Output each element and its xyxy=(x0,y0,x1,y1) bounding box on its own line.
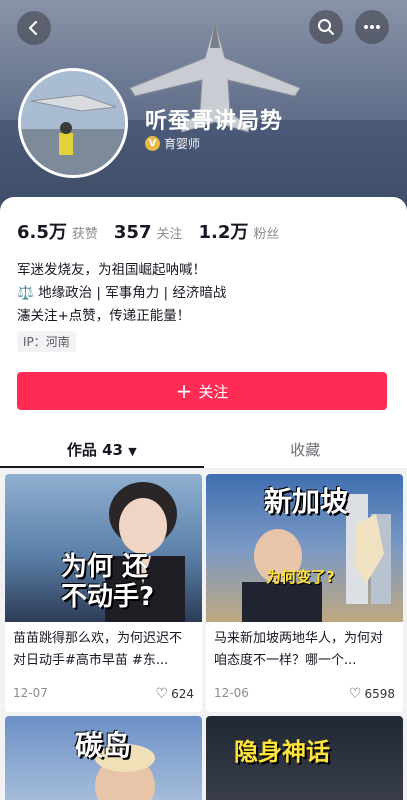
follow-button[interactable]: + 关注 xyxy=(17,372,387,410)
video-card[interactable]: 新加坡 为何变了? 马来新加坡两地华人，为何对咱态度不一样？哪一个... 12-… xyxy=(206,474,403,712)
stat-likes[interactable]: 6.5万 获赞 xyxy=(17,218,98,244)
stat-following-value: 357 xyxy=(113,222,152,243)
avatar[interactable] xyxy=(18,68,128,178)
video-card[interactable]: 隐身神话 xyxy=(206,716,403,800)
video-meta: 12-06 ♡ 6598 xyxy=(214,686,395,702)
video-likes: ♡ 624 xyxy=(156,686,194,702)
heart-icon: ♡ xyxy=(348,686,362,702)
ip-location-tag: IP：河南 xyxy=(17,331,76,352)
avatar-image xyxy=(21,71,125,175)
follow-button-label: 关注 xyxy=(198,382,229,401)
caret-down-icon: ▼ xyxy=(128,445,137,458)
chevron-left-icon xyxy=(28,20,38,36)
verified-v-icon: V xyxy=(145,136,160,151)
profile-bio: 军迷发烧友，为祖国崛起呐喊！ ⚖️ 地缘政治 | 军事角力 | 经济暗战 瀗关注… xyxy=(17,259,226,328)
video-title: 苗苗跳得那么欢，为何迟迟不对日动手#高市早苗 #东... xyxy=(13,631,183,668)
stat-following[interactable]: 357 关注 xyxy=(114,222,183,243)
plus-icon: + xyxy=(175,379,193,403)
tab-works-label: 作品 43 xyxy=(66,441,123,459)
video-title: 马来新加坡两地华人，为何对咱态度不一样？哪一个... xyxy=(214,631,384,668)
profile-name: 听蚕哥讲局势 xyxy=(145,109,284,134)
stat-followers[interactable]: 1.2万 粉丝 xyxy=(199,218,280,244)
bio-line-2: ⚖️ 地缘政治 | 军事角力 | 经济暗战 xyxy=(17,285,227,301)
stat-followers-value: 1.2万 xyxy=(198,222,249,243)
video-card[interactable]: 为何 还不动手? 苗苗跳得那么欢，为何迟迟不对日动手#高市早苗 #东... 12… xyxy=(5,474,202,712)
stat-likes-value: 6.5万 xyxy=(17,222,67,243)
video-date: 12-07 xyxy=(13,686,48,700)
tab-works[interactable]: 作品 43 ▼ xyxy=(0,432,204,468)
video-thumbnail: 新加坡 为何变了? xyxy=(206,474,403,622)
thumbnail-overlay-mid: 为何变了? xyxy=(266,568,335,586)
more-dots-icon xyxy=(364,25,380,29)
heart-icon: ♡ xyxy=(155,686,169,702)
video-thumbnail: 为何 还不动手? xyxy=(5,474,202,622)
video-card[interactable]: 碳岛 xyxy=(5,716,202,800)
bio-line-3: 瀗关注+点赞，传递正能量！ xyxy=(17,308,191,324)
profile-tabs: 作品 43 ▼ 收藏 xyxy=(0,432,407,468)
video-likes: ♡ 6598 xyxy=(349,686,395,702)
profile-badge-label: 育婴师 xyxy=(164,137,201,151)
thumbnail-overlay-text: 碳岛 xyxy=(75,729,132,762)
video-likes-count: 624 xyxy=(171,687,194,701)
search-icon xyxy=(318,19,334,35)
video-likes-count: 6598 xyxy=(364,687,395,701)
video-date: 12-06 xyxy=(214,686,249,700)
back-button[interactable] xyxy=(17,11,51,45)
thumbnail-overlay-text: 为何 还不动手? xyxy=(61,552,155,612)
search-button[interactable] xyxy=(309,10,343,44)
stat-followers-label: 粉丝 xyxy=(253,227,280,242)
thumbnail-overlay-text: 隐身神话 xyxy=(234,738,330,766)
stat-following-label: 关注 xyxy=(156,227,183,242)
video-meta: 12-07 ♡ 624 xyxy=(13,686,194,702)
profile-stats: 6.5万 获赞 357 关注 1.2万 粉丝 xyxy=(17,218,295,244)
thumbnail-overlay-top: 新加坡 xyxy=(264,485,349,518)
profile-badge: V 育婴师 xyxy=(145,135,200,152)
bio-line-1: 军迷发烧友，为祖国崛起呐喊！ xyxy=(17,262,206,278)
more-options-button[interactable] xyxy=(355,10,389,44)
stat-likes-label: 获赞 xyxy=(71,227,98,242)
tab-collection[interactable]: 收藏 xyxy=(204,432,407,468)
